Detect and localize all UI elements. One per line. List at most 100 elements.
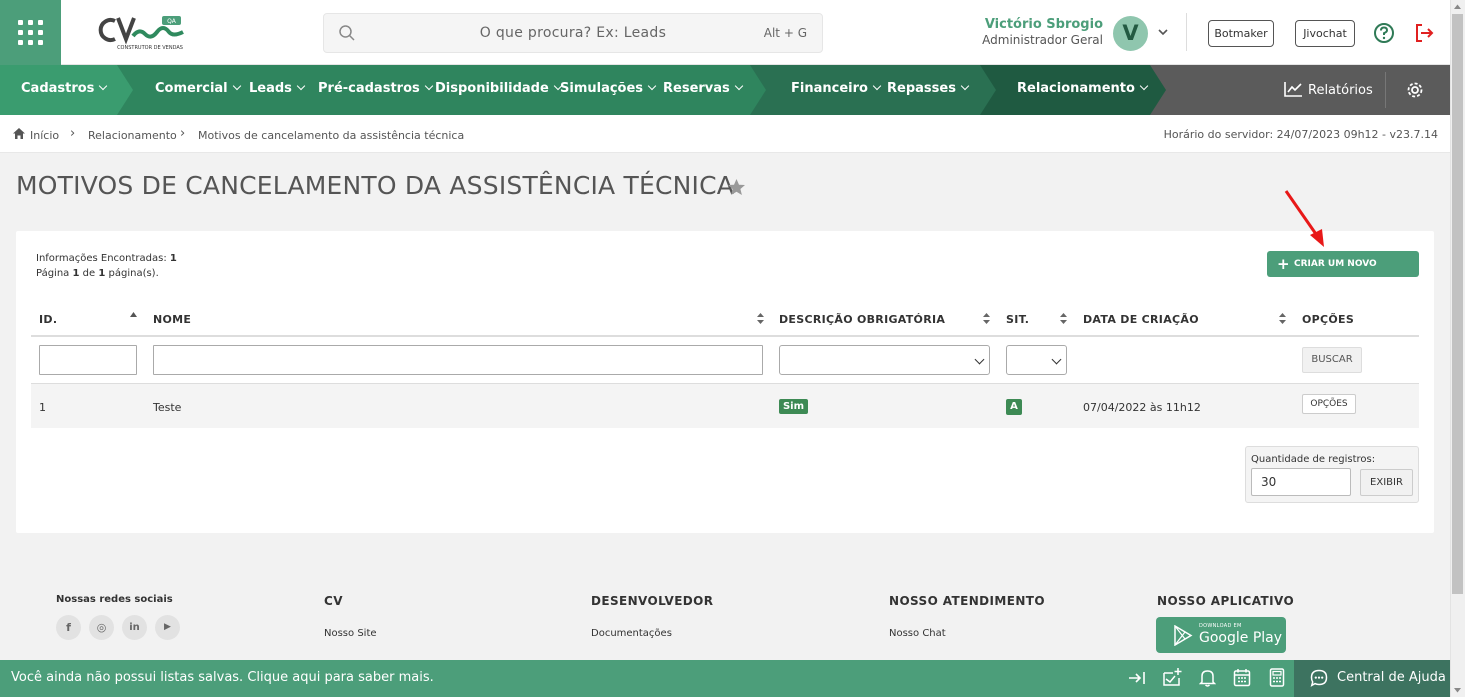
bell-icon[interactable] — [1199, 668, 1216, 687]
nav-cadastros[interactable]: Cadastros — [21, 81, 108, 96]
global-search[interactable]: O que procura? Ex: Leads Alt + G — [323, 13, 823, 53]
header-divider — [1186, 13, 1187, 51]
chevron-down-icon — [1051, 354, 1062, 365]
instagram-icon[interactable]: ◎ — [89, 615, 114, 640]
chevron-down-icon — [1139, 81, 1149, 91]
cv-logo[interactable]: QA CONSTRUTOR DE VENDAS — [95, 12, 190, 56]
nav-divider — [1385, 72, 1386, 108]
social-title: Nossas redes sociais — [56, 594, 173, 605]
server-time: Horário do servidor: 24/07/2023 09h12 - … — [1163, 128, 1438, 141]
nav-reservas[interactable]: Reservas — [663, 81, 744, 96]
create-reason-button[interactable]: + CRIAR UM NOVO MOTIVO — [1267, 251, 1419, 295]
footer-support-heading: NOSSO ATENDIMENTO — [889, 594, 1045, 608]
nav-pre-cadastros[interactable]: Pré-cadastros — [318, 81, 433, 96]
required-badge: Sim — [779, 399, 808, 414]
footer-link-site[interactable]: Nosso Site — [324, 628, 377, 639]
breadcrumb-home[interactable]: Início — [30, 129, 59, 142]
nav-leads[interactable]: Leads — [249, 81, 306, 96]
breadcrumb-current: Motivos de cancelamento da assistência t… — [198, 129, 465, 142]
nav-disponibilidade[interactable]: Disponibilidade — [435, 81, 563, 96]
red-arrow-annotation — [1284, 190, 1324, 247]
status-badge: A — [1006, 399, 1022, 415]
collapse-arrow-icon[interactable] — [1128, 669, 1146, 687]
sort-icon[interactable] — [757, 313, 764, 324]
footer-cv-heading: CV — [324, 594, 343, 608]
user-avatar[interactable]: V — [1113, 16, 1148, 51]
logout-icon[interactable] — [1413, 22, 1435, 44]
nav-financeiro[interactable]: Financeiro — [791, 81, 882, 96]
chevron-down-icon — [647, 81, 657, 91]
youtube-icon[interactable]: ▶ — [155, 615, 180, 640]
scrollbar-thumb[interactable] — [1452, 14, 1463, 594]
gear-icon[interactable] — [1405, 80, 1425, 100]
help-center-label: Central de Ajuda — [1337, 670, 1446, 685]
filter-status-select[interactable] — [1006, 345, 1067, 375]
logo-badge: QA — [167, 18, 177, 25]
nav-repasses[interactable]: Repasses — [887, 81, 970, 96]
nav-relatorios[interactable]: Relatórios — [1284, 81, 1373, 98]
col-status[interactable]: SIT. — [1006, 313, 1029, 326]
plus-icon: + — [1277, 255, 1290, 273]
pagination-info: Página 1 de 1 página(s). — [36, 268, 159, 279]
sort-asc-icon[interactable] — [130, 312, 137, 318]
search-button[interactable]: BUSCAR — [1302, 347, 1362, 373]
google-play-text: Google Play — [1199, 630, 1283, 646]
line-chart-icon — [1284, 82, 1302, 97]
user-role: Administrador Geral — [982, 33, 1103, 47]
user-name[interactable]: Victório Sbrogio — [985, 17, 1103, 32]
records-per-page-input[interactable]: 30 — [1251, 468, 1351, 496]
chevron-down-icon — [872, 81, 882, 91]
calculator-icon[interactable] — [1269, 668, 1285, 687]
footer-link-chat[interactable]: Nosso Chat — [889, 628, 946, 639]
filter-required-select[interactable] — [779, 345, 990, 375]
botmaker-button[interactable]: Botmaker — [1208, 20, 1274, 47]
sort-icon[interactable] — [983, 313, 990, 324]
jivochat-button[interactable]: Jivochat — [1295, 20, 1355, 47]
cell-id: 1 — [39, 401, 46, 414]
chevron-down-icon[interactable] — [1157, 27, 1169, 37]
sort-icon[interactable] — [1060, 313, 1067, 324]
star-icon[interactable] — [727, 178, 746, 196]
row-options-button[interactable]: OPÇÕES — [1302, 394, 1356, 414]
chevron-down-icon — [734, 81, 744, 91]
sort-icon[interactable] — [1279, 313, 1286, 324]
home-icon[interactable] — [12, 127, 26, 140]
footer-link-docs[interactable]: Documentações — [591, 628, 672, 639]
nav-relacionamento[interactable]: Relacionamento — [1017, 81, 1149, 96]
search-placeholder: O que procura? Ex: Leads — [479, 25, 667, 41]
col-options: OPÇÕES — [1302, 313, 1355, 326]
saved-lists-message[interactable]: Você ainda não possui listas salvas. Cli… — [11, 670, 434, 685]
search-shortcut: Alt + G — [763, 26, 807, 40]
chevron-right-icon: › — [180, 126, 186, 141]
add-list-icon[interactable] — [1162, 667, 1183, 687]
calendar-icon[interactable] — [1233, 668, 1251, 687]
chevron-down-icon — [296, 81, 306, 91]
scroll-down-icon[interactable] — [1453, 686, 1462, 694]
scroll-up-icon[interactable] — [1453, 3, 1462, 11]
cell-name: Teste — [153, 401, 182, 414]
linkedin-icon[interactable]: in — [122, 615, 147, 640]
chevron-down-icon — [974, 354, 985, 365]
main-nav: Cadastros Comercial Leads Pré-cadastros … — [0, 65, 1450, 115]
records-found: Informações Encontradas: 1 — [36, 253, 177, 264]
apps-grid-icon[interactable] — [0, 0, 61, 65]
facebook-icon[interactable]: f — [56, 615, 81, 640]
col-name[interactable]: NOME — [153, 313, 191, 326]
google-play-button[interactable]: DOWNLOAD EM Google Play — [1156, 617, 1286, 653]
help-circle-icon[interactable] — [1373, 22, 1395, 44]
table-row — [31, 384, 1419, 428]
col-created[interactable]: DATA DE CRIAÇÃO — [1083, 313, 1199, 326]
footer-dev-heading: DESENVOLVEDOR — [591, 594, 714, 608]
filter-name-input[interactable] — [153, 345, 763, 375]
show-button[interactable]: EXIBIR — [1360, 469, 1413, 496]
nav-comercial[interactable]: Comercial — [155, 81, 241, 96]
filter-id-input[interactable] — [39, 345, 137, 375]
cell-created: 07/04/2022 às 11h12 — [1083, 401, 1201, 414]
breadcrumb-relacionamento[interactable]: Relacionamento — [88, 129, 177, 142]
footer-app-heading: NOSSO APLICATIVO — [1157, 594, 1295, 608]
help-center-button[interactable]: Central de Ajuda — [1294, 660, 1450, 697]
col-id[interactable]: ID. — [39, 313, 57, 326]
col-required-description[interactable]: DESCRIÇÃO OBRIGATÓRIA — [779, 313, 945, 326]
content-panel — [16, 231, 1434, 533]
nav-simulacoes[interactable]: Simulações — [560, 81, 657, 96]
